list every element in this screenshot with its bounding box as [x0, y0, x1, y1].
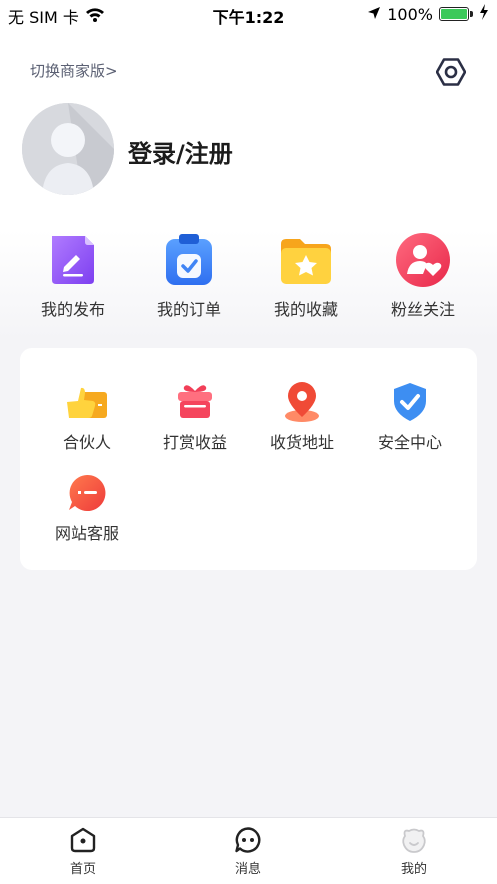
quick-actions: 我的发布 我的订单 我的收藏 粉丝关注 — [0, 230, 497, 320]
chat-bubble-icon — [65, 471, 109, 515]
status-right: 100% — [367, 4, 489, 24]
quick-item-label: 粉丝关注 — [390, 300, 455, 319]
edit-note-icon — [43, 230, 103, 290]
tab-mine[interactable]: 我的 — [364, 826, 464, 877]
star-folder-icon — [276, 230, 336, 290]
service-shipping-address[interactable]: 收货地址 — [248, 380, 356, 453]
status-bar: 无 SIM 卡 下午1:22 100% — [0, 0, 497, 28]
clipboard-check-icon — [159, 230, 219, 290]
gift-icon — [173, 380, 217, 424]
services-card: 合伙人 打赏收益 收货地址 安全中心 网站客服 — [20, 348, 477, 570]
hexagon-gear-icon — [435, 57, 467, 91]
quick-item-label: 我的订单 — [156, 300, 221, 319]
charging-icon — [479, 4, 489, 24]
message-icon — [234, 826, 262, 854]
home-icon — [69, 826, 97, 854]
battery-icon — [439, 7, 473, 21]
service-tips-income[interactable]: 打赏收益 — [141, 380, 249, 453]
mine-face-icon — [400, 826, 428, 854]
tab-messages[interactable]: 消息 — [198, 826, 298, 877]
settings-button[interactable] — [434, 57, 468, 91]
fan-heart-icon — [393, 230, 453, 290]
service-label: 安全中心 — [377, 433, 442, 452]
tab-label: 消息 — [234, 862, 261, 877]
avatar[interactable] — [22, 103, 114, 195]
shield-check-icon — [388, 380, 432, 424]
battery-percent: 100% — [387, 4, 433, 24]
service-label: 收货地址 — [269, 433, 334, 452]
default-avatar-icon — [22, 103, 114, 195]
tab-label: 我的 — [400, 862, 427, 877]
quick-item-my-posts[interactable]: 我的发布 — [18, 230, 128, 320]
service-customer-support[interactable]: 网站客服 — [33, 471, 141, 544]
quick-item-fans-following[interactable]: 粉丝关注 — [368, 230, 478, 320]
quick-item-my-orders[interactable]: 我的订单 — [134, 230, 244, 320]
partner-card-icon — [65, 380, 109, 424]
map-pin-icon — [280, 380, 324, 424]
location-arrow-icon — [367, 5, 381, 24]
service-security-center[interactable]: 安全中心 — [356, 380, 464, 453]
service-label: 合伙人 — [62, 433, 111, 452]
login-register-link[interactable]: 登录/注册 — [128, 134, 233, 169]
service-label: 网站客服 — [54, 524, 119, 543]
quick-item-my-favorites[interactable]: 我的收藏 — [251, 230, 361, 320]
quick-item-label: 我的发布 — [40, 300, 105, 319]
switch-merchant-link[interactable]: 切换商家版> — [30, 60, 118, 81]
quick-item-label: 我的收藏 — [273, 300, 338, 319]
service-partner[interactable]: 合伙人 — [33, 380, 141, 453]
service-label: 打赏收益 — [162, 433, 227, 452]
bottom-tab-bar: 首页 消息 我的 — [0, 817, 497, 884]
tab-home[interactable]: 首页 — [33, 826, 133, 877]
tab-label: 首页 — [69, 862, 96, 877]
